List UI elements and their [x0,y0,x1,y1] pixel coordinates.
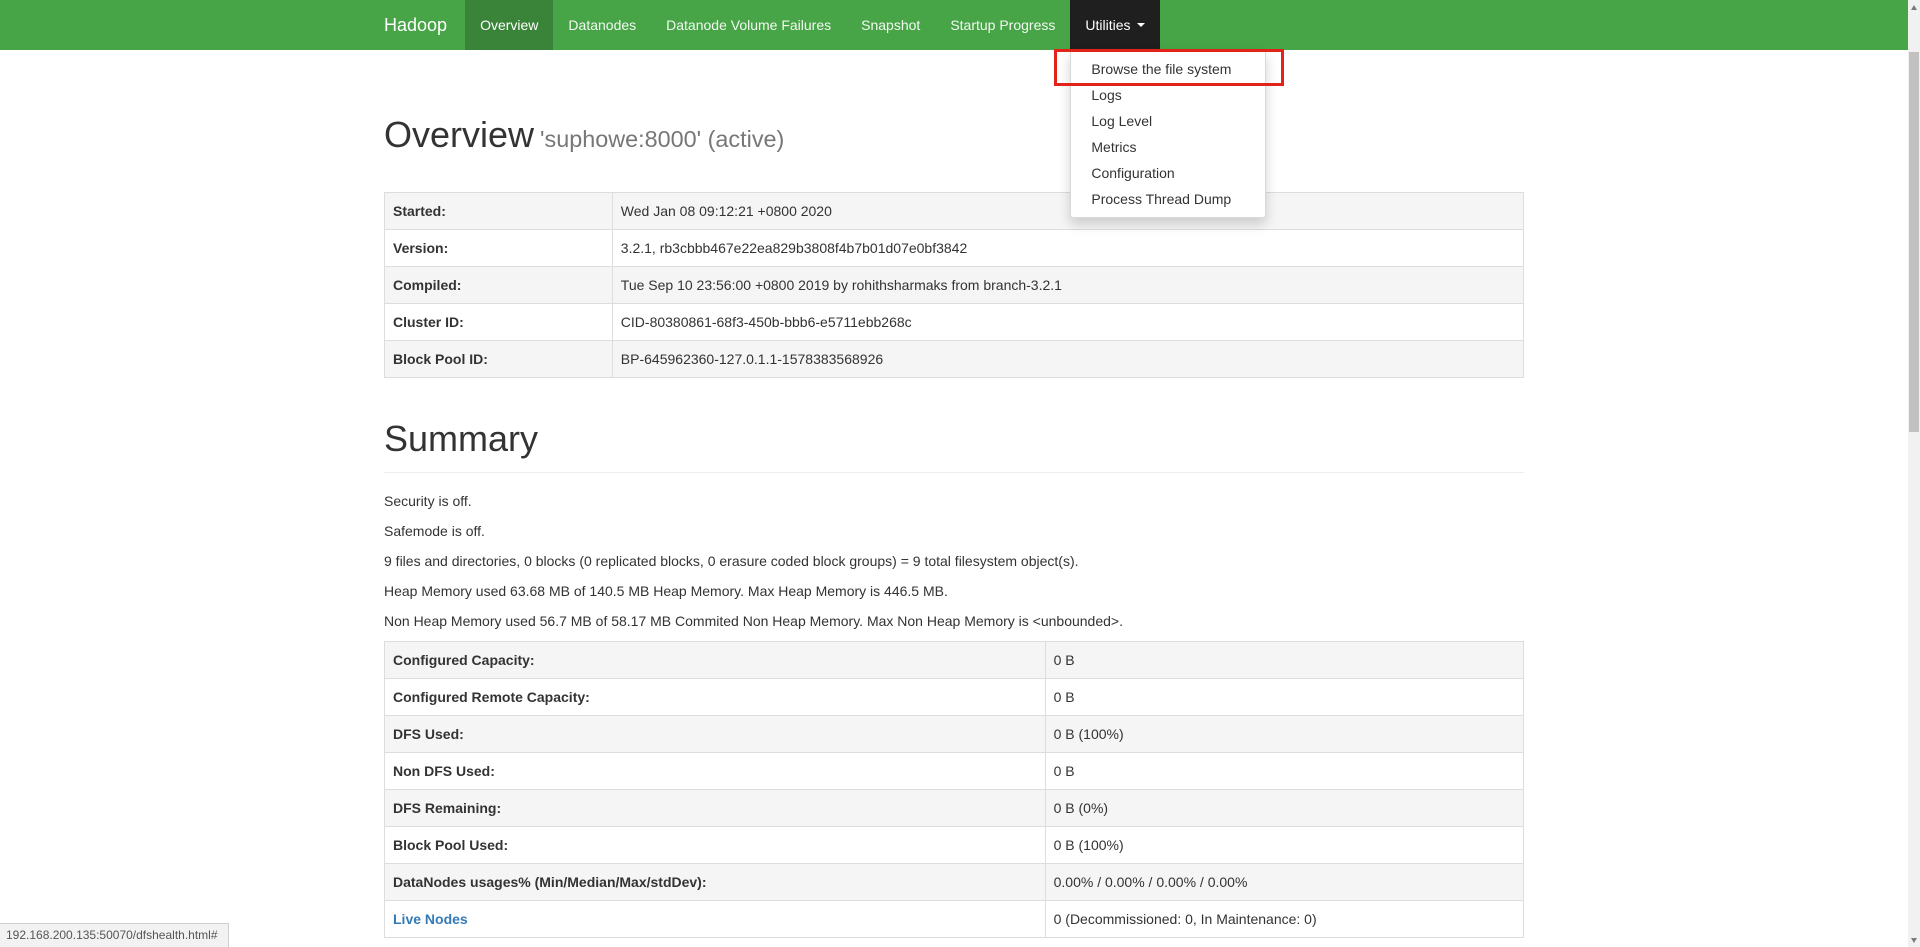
nav-item-datanodes[interactable]: Datanodes [553,0,651,50]
row-label: DataNodes usages% (Min/Median/Max/stdDev… [384,863,1046,901]
row-label: DFS Remaining: [384,789,1046,827]
row-value: CID-80380861-68f3-450b-bbb6-e5711ebb268c [611,303,1525,341]
row-value: 0.00% / 0.00% / 0.00% / 0.00% [1044,863,1525,901]
scrollbar-thumb[interactable] [1909,52,1919,432]
row-label: Configured Remote Capacity: [384,678,1046,716]
table-row: Configured Remote Capacity: 0 B [384,678,1525,716]
live-nodes-link[interactable]: Live Nodes [393,911,468,927]
summary-info-table: Configured Capacity: 0 B Configured Remo… [384,641,1525,938]
nav-item-datanode-volume-failures[interactable]: Datanode Volume Failures [651,0,846,50]
summary-safemode: Safemode is off. [384,523,485,539]
row-label: Block Pool Used: [384,826,1046,864]
row-label: DFS Used: [384,715,1046,753]
triangle-up-icon [1911,4,1917,10]
table-row: Compiled: Tue Sep 10 23:56:00 +0800 2019… [384,266,1525,304]
scroll-up-button[interactable] [1908,0,1920,14]
table-row: DataNodes usages% (Min/Median/Max/stdDev… [384,863,1525,901]
table-row: Cluster ID: CID-80380861-68f3-450b-bbb6-… [384,303,1525,341]
content-container: Overview'suphowe:8000' (active) Started:… [369,114,1539,938]
page-title: Overview'suphowe:8000' (active) [384,114,1524,156]
nav-item-label: Utilities [1085,17,1131,33]
row-value: 0 (Decommissioned: 0, In Maintenance: 0) [1044,900,1525,938]
navbar-container: Hadoop Overview Datanodes Datanode Volum… [369,0,1539,218]
section-divider [384,472,1524,473]
table-row: Block Pool ID: BP-645962360-127.0.1.1-15… [384,340,1525,378]
table-row: DFS Remaining: 0 B (0%) [384,789,1525,827]
nav-item-overview[interactable]: Overview [465,0,554,50]
row-value: BP-645962360-127.0.1.1-1578383568926 [611,340,1525,378]
table-row: DFS Used: 0 B (100%) [384,715,1525,753]
summary-files-blocks: 9 files and directories, 0 blocks (0 rep… [384,553,1079,569]
row-label: Cluster ID: [384,303,613,341]
main-nav: Overview Datanodes Datanode Volume Failu… [465,0,1285,218]
nav-item-label: Startup Progress [950,17,1056,33]
row-label: Compiled: [384,266,613,304]
row-value: Tue Sep 10 23:56:00 +0800 2019 by rohith… [611,266,1525,304]
table-row: Started: Wed Jan 08 09:12:21 +0800 2020 [384,192,1525,230]
row-label: Version: [384,229,613,267]
nav-item-utilities-dropdown-toggle[interactable]: Utilities Browse the file system Logs Lo… [1054,0,1285,218]
menu-item-log-level[interactable]: Log Level [1071,108,1265,134]
row-label: Non DFS Used: [384,752,1046,790]
row-value: 0 B [1044,641,1525,679]
overview-info-table: Started: Wed Jan 08 09:12:21 +0800 2020 … [384,192,1525,378]
row-value: 3.2.1, rb3cbbb467e22ea829b3808f4b7b01d07… [611,229,1525,267]
page: Hadoop Overview Datanodes Datanode Volum… [0,0,1908,938]
table-row: Live Nodes 0 (Decommissioned: 0, In Main… [384,900,1525,938]
menu-item-process-thread-dump[interactable]: Process Thread Dump [1071,186,1265,212]
row-value: 0 B [1044,678,1525,716]
summary-security: Security is off. [384,493,472,509]
row-value: 0 B [1044,752,1525,790]
summary-heap-memory: Heap Memory used 63.68 MB of 140.5 MB He… [384,583,948,599]
row-value: 0 B (0%) [1044,789,1525,827]
table-row: Non DFS Used: 0 B [384,752,1525,790]
brand-hadoop[interactable]: Hadoop [384,0,465,50]
menu-item-logs[interactable]: Logs [1071,82,1265,108]
row-value: 0 B (100%) [1044,826,1525,864]
vertical-scrollbar[interactable] [1908,0,1920,947]
nav-item-snapshot[interactable]: Snapshot [846,0,935,50]
nav-item-startup-progress[interactable]: Startup Progress [935,0,1070,50]
nav-item-label: Overview [480,17,539,33]
row-value: Wed Jan 08 09:12:21 +0800 2020 [611,192,1525,230]
summary-heading: Summary [384,418,539,459]
row-label: Block Pool ID: [384,340,613,378]
utilities-dropdown-menu: Browse the file system Logs Log Level Me… [1054,49,1285,218]
page-title-text: Overview [384,114,535,155]
summary-non-heap-memory: Non Heap Memory used 56.7 MB of 58.17 MB… [384,613,1123,629]
nav-item-label: Datanode Volume Failures [666,17,832,33]
row-value: 0 B (100%) [1044,715,1525,753]
nav-item-label: Snapshot [861,17,921,33]
table-row: Configured Capacity: 0 B [384,641,1525,679]
scroll-down-button[interactable] [1908,933,1920,947]
table-row: Block Pool Used: 0 B (100%) [384,826,1525,864]
triangle-down-icon [1911,937,1917,943]
browser-status-bar: 192.168.200.135:50070/dfshealth.html# [0,923,229,947]
top-navbar: Hadoop Overview Datanodes Datanode Volum… [0,0,1908,218]
caret-down-icon [1136,23,1145,27]
menu-item-metrics[interactable]: Metrics [1071,134,1265,160]
menu-item-browse-file-system[interactable]: Browse the file system [1071,56,1265,82]
table-row: Version: 3.2.1, rb3cbbb467e22ea829b3808f… [384,229,1525,267]
nav-item-label: Datanodes [568,17,637,33]
page-subtitle: 'suphowe:8000' (active) [540,126,785,152]
live-nodes-cell: Live Nodes [384,900,1046,938]
row-label: Configured Capacity: [384,641,1046,679]
menu-item-configuration[interactable]: Configuration [1071,160,1265,186]
row-label: Started: [384,192,613,230]
